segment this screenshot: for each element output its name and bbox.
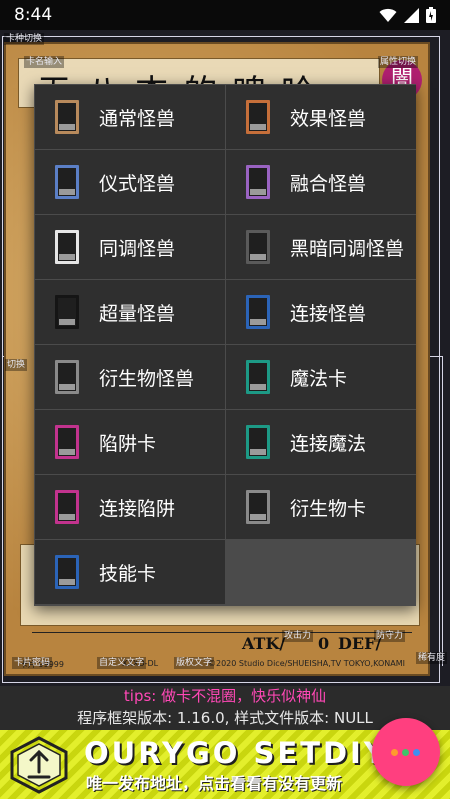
card-type-toggle-label[interactable]: 卡种切换: [4, 33, 45, 45]
menu-item-link-spell[interactable]: 连接魔法: [226, 410, 416, 474]
atk-label: ATK/: [242, 634, 286, 653]
switch-frame-label[interactable]: 切换: [5, 359, 28, 371]
upload-icon: [10, 736, 68, 794]
menu-item-fusion-monster[interactable]: 融合怪兽: [226, 150, 416, 214]
menu-item-spell-card[interactable]: 魔法卡: [226, 345, 416, 409]
menu-item-label: 仪式怪兽: [99, 172, 176, 195]
trap-card-icon: [55, 425, 79, 459]
menu-item-label: 连接魔法: [290, 432, 367, 455]
xyz-monster-card-icon: [55, 295, 79, 329]
link-spell-card-icon: [246, 425, 270, 459]
custom-text-label[interactable]: 自定义文字: [97, 657, 147, 669]
menu-item-label: 连接怪兽: [290, 302, 367, 325]
tips-text: tips: 做卡不混圈，快乐似神仙: [123, 687, 327, 705]
menu-item-label: 衍生物怪兽: [99, 367, 195, 390]
menu-item-label: 效果怪兽: [290, 107, 367, 130]
menu-item-label: 衍生物卡: [290, 497, 367, 520]
copyright-label[interactable]: 版权文字: [174, 657, 215, 669]
status-icons: [379, 7, 436, 23]
token-monster-card-icon: [55, 360, 79, 394]
copyright-text[interactable]: ©2020 Studio Dice/SHUEISHA,TV TOKYO,KONA…: [208, 659, 405, 668]
banner-subtitle: 唯一发布地址，点击看看有没有更新: [86, 774, 343, 793]
token-card-icon: [246, 490, 270, 524]
card-name-input-label[interactable]: 卡名输入: [24, 56, 65, 68]
more-dots-icon: [402, 749, 409, 756]
defense-power-label[interactable]: 防守力: [374, 630, 406, 642]
effect-monster-card-icon: [246, 100, 270, 134]
more-actions-fab[interactable]: [372, 718, 440, 786]
link-monster-card-icon: [246, 295, 270, 329]
normal-monster-card-icon: [55, 100, 79, 134]
menu-item-xyz-monster[interactable]: 超量怪兽: [35, 280, 225, 344]
card-password-label[interactable]: 卡片密码: [12, 657, 53, 669]
signal-icon: [404, 7, 419, 23]
menu-item-ritual-monster[interactable]: 仪式怪兽: [35, 150, 225, 214]
frame-side: [442, 356, 443, 666]
menu-item-label: 魔法卡: [290, 367, 348, 390]
card-type-menu: 通常怪兽 效果怪兽 仪式怪兽 融合怪兽 同调怪兽 黑暗同调怪兽 超量怪兽 连接怪…: [34, 84, 416, 606]
status-bar: 8:44: [0, 0, 450, 30]
menu-item-trap-card[interactable]: 陷阱卡: [35, 410, 225, 474]
synchro-monster-card-icon: [55, 230, 79, 264]
attack-power-label[interactable]: 攻击力: [282, 630, 314, 642]
more-dots-icon: [391, 749, 398, 756]
menu-item-link-trap[interactable]: 连接陷阱: [35, 475, 225, 539]
version-text: 程序框架版本: 1.16.0, 样式文件版本: NULL: [77, 709, 373, 727]
battery-icon: [426, 7, 436, 23]
wifi-icon: [379, 8, 397, 22]
menu-item-label: 通常怪兽: [99, 107, 176, 130]
menu-item-effect-monster[interactable]: 效果怪兽: [226, 85, 416, 149]
skill-card-icon: [55, 555, 79, 589]
link-trap-card-icon: [55, 490, 79, 524]
dark-synchro-monster-card-icon: [246, 230, 270, 264]
footer-info: tips: 做卡不混圈，快乐似神仙 程序框架版本: 1.16.0, 样式文件版本…: [0, 686, 450, 728]
menu-item-token-monster[interactable]: 衍生物怪兽: [35, 345, 225, 409]
spell-card-icon: [246, 360, 270, 394]
ritual-monster-card-icon: [55, 165, 79, 199]
menu-item-label: 同调怪兽: [99, 237, 176, 260]
menu-item-synchro-monster[interactable]: 同调怪兽: [35, 215, 225, 279]
menu-item-label: 黑暗同调怪兽: [290, 237, 405, 260]
status-time: 8:44: [14, 5, 53, 25]
menu-item-label: 超量怪兽: [99, 302, 176, 325]
rarity-label[interactable]: 稀有度: [416, 652, 448, 664]
menu-item-token-card[interactable]: 衍生物卡: [226, 475, 416, 539]
banner-title: OURYGO SETDIY: [84, 736, 388, 770]
attribute-toggle-label[interactable]: 属性切换: [378, 56, 419, 68]
fusion-monster-card-icon: [246, 165, 270, 199]
menu-item-normal-monster[interactable]: 通常怪兽: [35, 85, 225, 149]
menu-item-link-monster[interactable]: 连接怪兽: [226, 280, 416, 344]
menu-item-label: 陷阱卡: [99, 432, 157, 455]
stats-divider: [32, 632, 412, 633]
more-dots-icon: [413, 749, 420, 756]
menu-item-label: 连接陷阱: [99, 497, 176, 520]
menu-item-dark-synchro-monster[interactable]: 黑暗同调怪兽: [226, 215, 416, 279]
atk-value[interactable]: 0: [318, 634, 329, 653]
menu-item-label: 融合怪兽: [290, 172, 367, 195]
menu-item-skill-card[interactable]: 技能卡: [35, 540, 225, 604]
card-bottom-strip: 卡片 99999 XXXD-DL ©2020 Studio Dice/SHUEI…: [16, 658, 424, 672]
menu-item-label: 技能卡: [99, 562, 157, 585]
